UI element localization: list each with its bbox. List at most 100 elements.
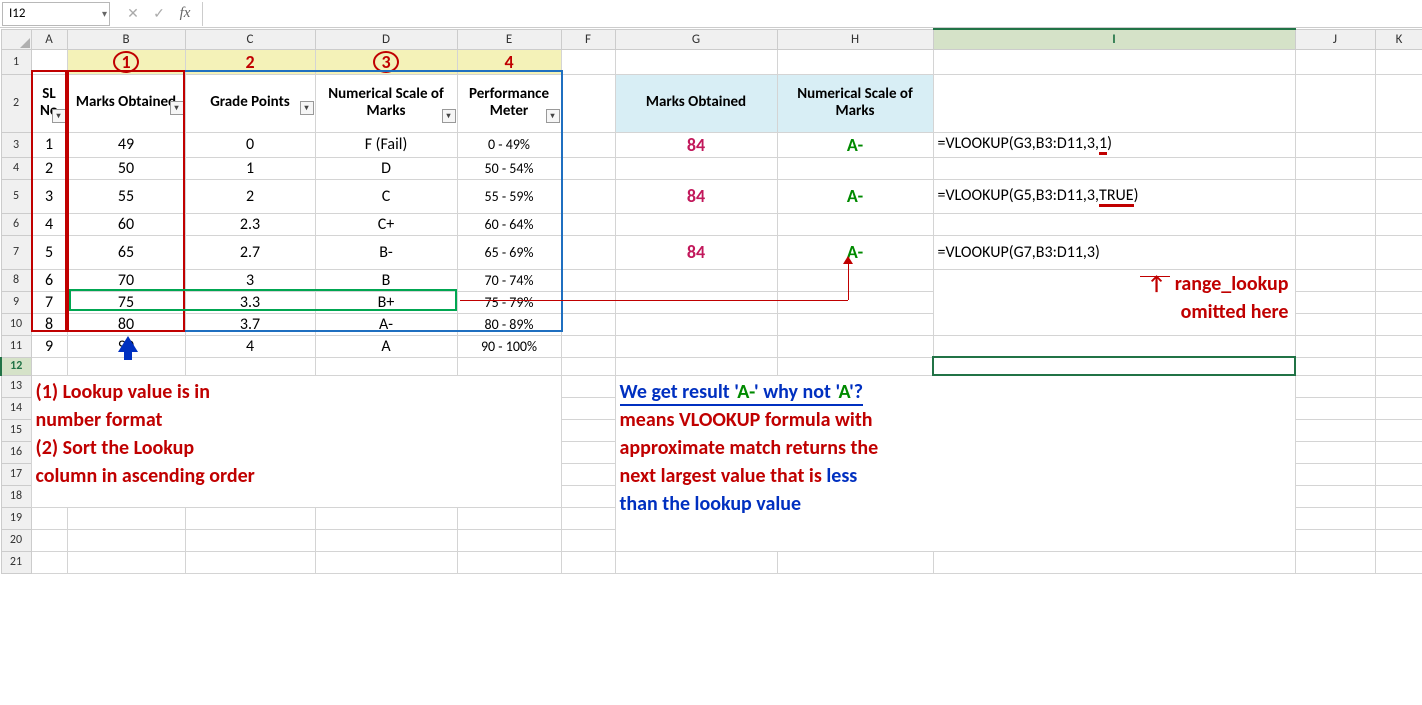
cell[interactable]: A- [316,314,457,335]
row-header[interactable]: 9 [1,291,31,313]
cell[interactable]: C [316,186,457,207]
cell[interactable]: 4 [32,214,67,235]
name-box-dropdown-icon[interactable]: ▾ [102,7,107,20]
cell[interactable]: 3 [32,186,67,207]
lookup-result[interactable]: A- [778,240,933,264]
row-header[interactable]: 13 [1,375,31,397]
row-header[interactable]: 14 [1,397,31,419]
cell[interactable]: B- [316,242,457,263]
filter-icon[interactable]: ▾ [442,109,456,123]
lookup-result[interactable]: A- [778,184,933,208]
filter-icon[interactable]: ▾ [170,101,184,115]
filter-icon[interactable]: ▾ [300,101,314,115]
cell[interactable]: 4 [186,336,315,357]
cell[interactable]: 70 [68,270,185,291]
cell[interactable]: 50 [68,158,185,179]
col-header[interactable]: H [777,29,933,49]
row-header[interactable]: 3 [1,132,31,157]
row-header[interactable]: 2 [1,74,31,132]
active-cell[interactable] [933,357,1295,375]
cell[interactable]: 0 - 49% [458,135,561,154]
row-header[interactable]: 19 [1,507,31,529]
cell[interactable]: 75 - 79% [458,293,561,312]
row-header[interactable]: 11 [1,335,31,357]
cell[interactable]: 60 - 64% [458,215,561,234]
col-header[interactable]: J [1295,29,1375,49]
cell[interactable]: 80 - 89% [458,315,561,334]
row-header[interactable]: 6 [1,213,31,235]
cell[interactable]: A [316,336,457,357]
cell[interactable]: 0 [186,134,315,155]
cell[interactable]: 75 [68,292,185,313]
col-header[interactable]: F [561,29,615,49]
col-header[interactable]: E [457,29,561,49]
name-box[interactable]: I12 ▾ [2,2,110,26]
cell[interactable]: 65 [68,242,185,263]
row-header[interactable]: 8 [1,269,31,291]
cell[interactable]: 8 [32,314,67,335]
cell[interactable]: 70 - 74% [458,271,561,290]
col-header[interactable]: A [31,29,67,49]
cell[interactable]: 2 [186,186,315,207]
cell[interactable]: 60 [68,214,185,235]
cell[interactable]: D [316,158,457,179]
row-header[interactable]: 16 [1,441,31,463]
col-header[interactable]: D [315,29,457,49]
cell[interactable]: 3.7 [186,314,315,335]
filter-icon[interactable]: ▾ [546,109,560,123]
cell[interactable]: F (Fail) [316,134,457,155]
lookup-result[interactable]: A- [778,133,933,157]
cell[interactable]: 7 [32,292,67,313]
header-num: Numerical Scale of Marks▾ [316,82,457,125]
cell[interactable]: 1 [32,134,67,155]
cell[interactable]: 5 [32,242,67,263]
cell[interactable]: 2.3 [186,214,315,235]
filter-icon[interactable]: ▾ [52,109,66,123]
formula-text[interactable]: =VLOOKUP(G3,B3:D11,3,1) [934,133,1295,156]
cell[interactable]: 9 [32,336,67,357]
cell[interactable]: 90 - 100% [458,337,561,356]
row-header[interactable]: 18 [1,485,31,507]
cell[interactable]: B [316,270,457,291]
worksheet-grid[interactable]: A B C D E F G H I J K 1 1 2 3 4 2 SL No▾… [0,28,1422,574]
row-header[interactable]: 5 [1,179,31,213]
col-header[interactable]: G [615,29,777,49]
row-header[interactable]: 17 [1,463,31,485]
lookup-value[interactable]: 84 [616,184,777,208]
cell[interactable]: 6 [32,270,67,291]
row-header[interactable]: 20 [1,529,31,551]
row-header[interactable]: 12 [1,357,31,375]
lookup-value[interactable]: 84 [616,240,777,264]
formula-text[interactable]: =VLOOKUP(G5,B3:D11,3,TRUE) [934,185,1295,208]
cell[interactable]: 55 [68,186,185,207]
lookup-value[interactable]: 84 [616,133,777,157]
cell[interactable]: 2.7 [186,242,315,263]
formula-input[interactable] [202,2,1422,26]
row-header[interactable]: 21 [1,551,31,573]
cell[interactable]: 2 [32,158,67,179]
col-header[interactable]: C [185,29,315,49]
cell[interactable]: 90 [68,336,185,357]
cell[interactable]: B+ [316,292,457,313]
col-header[interactable]: K [1375,29,1422,49]
row-header[interactable]: 4 [1,157,31,179]
select-all-corner[interactable] [1,29,31,49]
cell[interactable]: 80 [68,314,185,335]
cell[interactable]: 3 [186,270,315,291]
cell[interactable]: 65 - 69% [458,243,561,262]
annotation-range-lookup: ↑ range_lookup omitted here [934,270,1295,326]
cell[interactable]: 55 - 59% [458,187,561,206]
cell[interactable]: C+ [316,214,457,235]
col-header[interactable]: B [67,29,185,49]
row-header[interactable]: 10 [1,313,31,335]
cell[interactable]: 49 [68,134,185,155]
cell[interactable]: 1 [186,158,315,179]
formula-text[interactable]: =VLOOKUP(G7,B3:D11,3) [934,242,1295,263]
row-header[interactable]: 15 [1,419,31,441]
col-header[interactable]: I [933,29,1295,49]
cell[interactable]: 50 - 54% [458,159,561,178]
row-header[interactable]: 7 [1,235,31,269]
row-header[interactable]: 1 [1,49,31,74]
cell[interactable]: 3.3 [186,292,315,313]
fx-icon[interactable]: fx [172,2,198,26]
